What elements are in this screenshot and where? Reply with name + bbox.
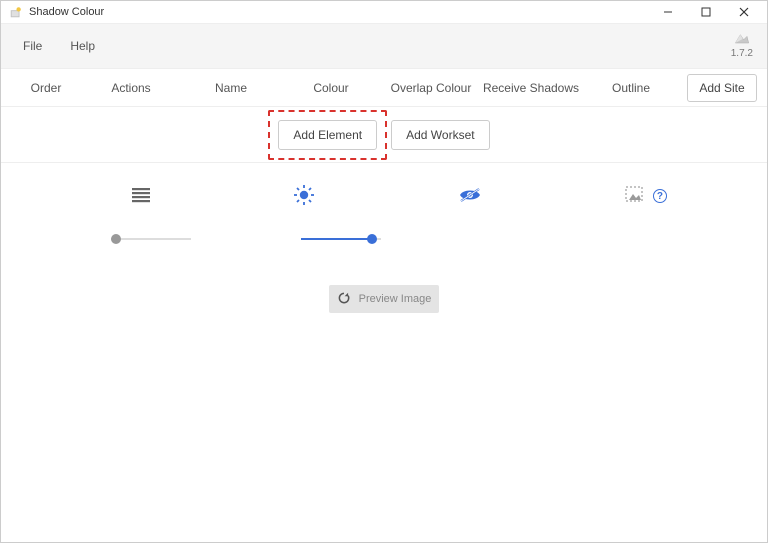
lines-slider[interactable] — [111, 232, 191, 246]
help-icon[interactable]: ? — [653, 189, 667, 203]
header-actions: Actions — [81, 81, 181, 95]
column-headers: Order Actions Name Colour Overlap Colour… — [1, 69, 767, 107]
add-site-button[interactable]: Add Site — [687, 74, 757, 102]
header-overlap: Overlap Colour — [381, 81, 481, 95]
add-workset-button[interactable]: Add Workset — [391, 120, 489, 150]
logo-icon — [732, 28, 752, 48]
refresh-icon — [337, 291, 351, 308]
header-order: Order — [11, 81, 81, 95]
version-label: 1.7.2 — [731, 48, 753, 59]
header-outline: Outline — [581, 81, 681, 95]
menu-help[interactable]: Help — [56, 33, 109, 59]
window-title: Shadow Colour — [29, 6, 104, 18]
eye-off-icon[interactable] — [458, 187, 482, 206]
lines-icon — [131, 187, 151, 206]
app-icon — [9, 5, 23, 19]
add-element-button[interactable]: Add Element — [278, 120, 377, 150]
menubar: File Help 1.7.2 — [1, 23, 767, 69]
header-colour: Colour — [281, 81, 381, 95]
empty-row: Add Element Add Workset — [1, 107, 767, 163]
app-window: Shadow Colour File Help 1.7.2 Order Ac — [0, 0, 768, 543]
icon-row: ? — [11, 181, 757, 211]
menu-file[interactable]: File — [9, 33, 56, 59]
maximize-button[interactable] — [687, 1, 725, 23]
controls-area: ? Preview Image — [1, 163, 767, 323]
preview-image-button[interactable]: Preview Image — [329, 285, 439, 313]
header-name: Name — [181, 81, 281, 95]
close-button[interactable] — [725, 1, 763, 23]
brightness-slider[interactable] — [301, 232, 381, 246]
brightness-icon — [294, 185, 314, 208]
preview-label: Preview Image — [359, 293, 432, 305]
slider-row — [11, 227, 757, 251]
header-receive: Receive Shadows — [481, 81, 581, 95]
crop-icon[interactable] — [625, 186, 645, 207]
titlebar: Shadow Colour — [1, 1, 767, 23]
logo-area: 1.7.2 — [731, 28, 753, 59]
minimize-button[interactable] — [649, 1, 687, 23]
